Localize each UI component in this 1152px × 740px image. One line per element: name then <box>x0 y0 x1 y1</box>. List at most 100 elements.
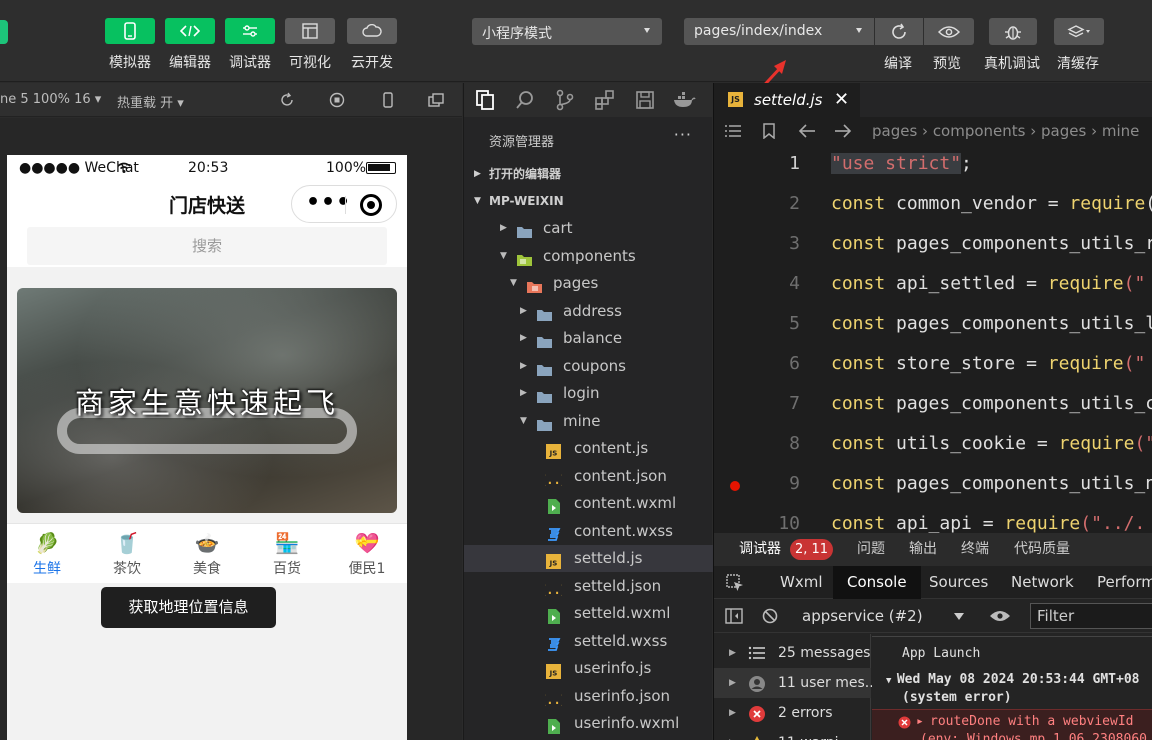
compile-page-select[interactable]: pages/index/index <box>684 18 874 45</box>
close-icon[interactable]: ✕ <box>834 83 849 117</box>
search-icon[interactable] <box>514 89 536 111</box>
source-control-icon[interactable] <box>554 89 576 111</box>
tree-item[interactable]: ▶ login <box>464 380 713 407</box>
editor-tab-setteld-js[interactable]: JS setteld.js ✕ <box>714 83 860 117</box>
code-line[interactable]: 9 const pages_components_utils_n <box>714 473 1152 513</box>
compile-button[interactable] <box>875 18 923 45</box>
breakpoint-icon[interactable] <box>730 481 740 491</box>
tree-item-label: content.json <box>574 466 667 485</box>
tree-item[interactable]: JS userinfo.js <box>464 655 713 682</box>
more-icon[interactable]: ··· <box>674 125 692 144</box>
tab-services[interactable]: 💝 便民1 <box>337 532 397 578</box>
tab-performance[interactable]: Performa <box>1097 566 1152 599</box>
tab-console[interactable]: Console <box>833 566 921 599</box>
popout-icon[interactable] <box>428 92 444 108</box>
clear-console-icon[interactable] <box>762 608 778 624</box>
tree-item[interactable]: ▶ address <box>464 298 713 325</box>
messages-errors[interactable]: ▶ 2 errors <box>714 698 871 728</box>
filter-input[interactable] <box>1030 603 1152 629</box>
simulator-button[interactable]: 模拟器 <box>104 18 156 72</box>
tree-item[interactable]: {..} setteld.json <box>464 573 713 600</box>
messages-user[interactable]: ▶ 11 user mes... <box>714 668 878 698</box>
code-line[interactable]: 5 const pages_components_utils_l <box>714 313 1152 353</box>
open-editors-section[interactable]: ▶ 打开的编辑器 <box>464 161 713 187</box>
tree-item[interactable]: JS setteld.js <box>464 545 713 572</box>
tab-wxml[interactable]: Wxml <box>780 566 823 599</box>
promo-banner[interactable]: 商家生意快速起飞 <box>17 288 397 513</box>
messages-all[interactable]: ▶ 25 messages <box>714 638 871 668</box>
tree-item[interactable]: ▶ cart <box>464 215 713 242</box>
tab-code-quality[interactable]: 代码质量 <box>1014 533 1070 566</box>
tab-sources[interactable]: Sources <box>929 566 988 599</box>
save-icon[interactable] <box>634 89 656 111</box>
tree-item[interactable]: ▼ mine <box>464 408 713 435</box>
code-area[interactable]: 1 "use strict"; 2 const common_vendor = req… <box>714 145 1152 533</box>
error-entry[interactable]: ▸ routeDone with a webviewId (env: Windo… <box>872 709 1152 740</box>
breadcrumb[interactable]: pages › components › pages › mine <box>872 117 1139 145</box>
tree-item-label: content.wxml <box>574 494 677 512</box>
code-line[interactable]: 2 const common_vendor = require( <box>714 193 1152 233</box>
tree-item[interactable]: JS content.js <box>464 435 713 462</box>
inspect-icon[interactable] <box>726 574 744 592</box>
list-icon[interactable] <box>724 123 742 139</box>
phone-icon[interactable] <box>380 92 396 108</box>
clear-cache-button[interactable] <box>1054 18 1104 45</box>
tab-fresh[interactable]: 🥬 生鲜 <box>17 532 77 578</box>
context-select[interactable]: appservice (#2) <box>802 607 923 625</box>
capsule-divider <box>345 196 346 214</box>
tree-item[interactable]: ▼ components <box>464 243 713 270</box>
bookmark-icon[interactable] <box>762 123 776 139</box>
code-line[interactable]: 10 const api_api = require("../. <box>714 513 1152 533</box>
messages-warnings[interactable]: ▶ 11 warni... <box>714 728 871 740</box>
tab-label: 生鲜 <box>33 561 61 577</box>
files-icon[interactable] <box>474 89 496 111</box>
extensions-icon[interactable] <box>594 89 616 111</box>
editor-button[interactable]: 编辑器 <box>164 18 216 72</box>
tab-output[interactable]: 输出 <box>909 533 937 566</box>
tab-problems[interactable]: 问题 <box>857 533 885 566</box>
search-input[interactable]: 搜索 <box>27 227 387 265</box>
tree-item[interactable]: ▼ pages <box>464 270 713 297</box>
tree-item[interactable]: setteld.wxml <box>464 600 713 627</box>
project-section[interactable]: ▼ MP-WEIXIN <box>464 188 713 214</box>
tree-item[interactable]: content.wxss <box>464 518 713 545</box>
close-target-icon[interactable] <box>360 194 382 216</box>
mode-select[interactable]: 小程序模式 <box>472 18 662 45</box>
forward-arrow-icon[interactable] <box>834 123 852 139</box>
docker-icon[interactable] <box>672 89 696 111</box>
visual-button[interactable]: 可视化 <box>284 18 336 72</box>
tree-item[interactable]: ▶ coupons <box>464 353 713 380</box>
debugger-button[interactable]: 调试器 <box>224 18 276 72</box>
tree-item[interactable]: setteld.wxss <box>464 628 713 655</box>
hot-reload-toggle[interactable]: 热重载 开 ▾ <box>117 92 184 111</box>
log-timestamp-group[interactable]: ▼ Wed May 08 2024 20:53:44 GMT+08 <box>886 672 1152 687</box>
code-line[interactable]: 7 const pages_components_utils_c <box>714 393 1152 433</box>
device-select[interactable]: ne 5 100% 16 ▾ <box>0 92 101 107</box>
rotate-icon[interactable] <box>279 92 295 108</box>
tab-debugger[interactable]: 调试器 <box>739 533 781 566</box>
code-line[interactable]: 3 const pages_components_utils_r <box>714 233 1152 273</box>
code-line[interactable]: 1 "use strict"; <box>714 153 1152 193</box>
stop-icon[interactable] <box>329 92 345 108</box>
folder-icon <box>536 331 553 348</box>
tree-item[interactable]: {..} userinfo.json <box>464 683 713 710</box>
tab-tea[interactable]: 🥤 茶饮 <box>97 532 157 578</box>
tree-item[interactable]: userinfo.wxml <box>464 710 713 737</box>
eye-icon[interactable] <box>989 609 1011 623</box>
log-divider <box>872 636 1152 637</box>
remote-debug-button[interactable] <box>989 18 1037 45</box>
tree-item[interactable]: ▶ balance <box>464 325 713 352</box>
cloud-button[interactable]: 云开发 <box>346 18 398 72</box>
back-arrow-icon[interactable] <box>798 123 816 139</box>
tab-terminal[interactable]: 终端 <box>961 533 989 566</box>
tab-network[interactable]: Network <box>1011 566 1074 599</box>
code-line[interactable]: 8 const utils_cookie = require(" <box>714 433 1152 473</box>
tree-item[interactable]: content.wxml <box>464 490 713 517</box>
tab-goods[interactable]: 🏪 百货 <box>257 532 317 578</box>
preview-button[interactable] <box>924 18 974 45</box>
code-line[interactable]: 6 const store_store = require(" <box>714 353 1152 393</box>
code-line[interactable]: 4 const api_settled = require(" <box>714 273 1152 313</box>
tab-food[interactable]: 🍲 美食 <box>177 532 237 578</box>
tree-item[interactable]: {..} content.json <box>464 463 713 490</box>
sidebar-toggle-icon[interactable] <box>725 608 743 624</box>
